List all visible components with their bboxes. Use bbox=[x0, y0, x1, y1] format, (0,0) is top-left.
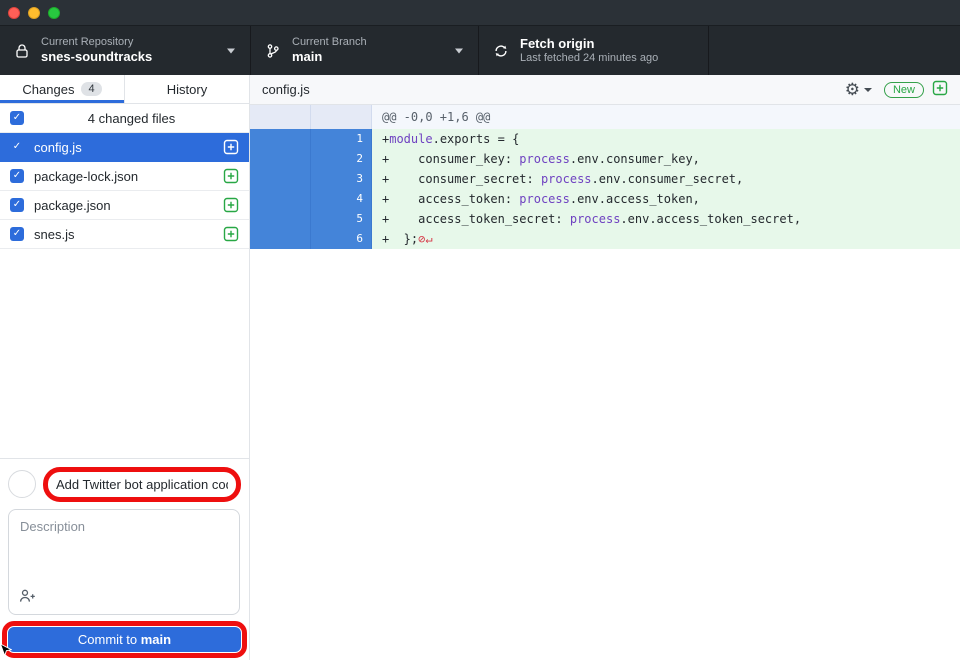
diff-line-code: + access_token: process.env.access_token… bbox=[372, 189, 960, 209]
file-row-package-lock.json[interactable]: ✓ package-lock.json bbox=[0, 162, 249, 191]
changes-count-badge: 4 bbox=[81, 82, 101, 96]
diff-line-4: 4+ access_token: process.env.access_toke… bbox=[250, 189, 960, 209]
zoom-button[interactable] bbox=[48, 7, 60, 19]
select-all-row: ✓ 4 changed files bbox=[0, 104, 249, 133]
main-panel: config.js ⚙ New @@ -0,0 +1,6 @@1+module.… bbox=[250, 75, 960, 660]
fetch-origin-subtitle: Last fetched 24 minutes ago bbox=[520, 52, 658, 66]
diff-gutter-old[interactable] bbox=[250, 149, 311, 169]
file-name: package.json bbox=[34, 198, 213, 213]
commit-button-label: Commit to bbox=[78, 632, 141, 647]
diff-line-6: 6+ };⊘↵ bbox=[250, 229, 960, 249]
tab-changes[interactable]: Changes 4 bbox=[0, 75, 124, 103]
add-coauthor-button[interactable] bbox=[19, 588, 37, 607]
added-file-plus-button[interactable] bbox=[932, 80, 948, 99]
hunk-gutter-old[interactable] bbox=[250, 105, 311, 129]
commit-panel: Commit to main bbox=[0, 458, 249, 660]
person-plus-icon bbox=[19, 588, 37, 607]
avatar bbox=[8, 470, 36, 498]
commit-description-input[interactable] bbox=[9, 510, 239, 588]
file-checkbox[interactable]: ✓ bbox=[10, 198, 24, 212]
diff-line-code: + consumer_secret: process.env.consumer_… bbox=[372, 169, 960, 189]
git-branch-icon bbox=[265, 43, 281, 59]
diff-gutter-new[interactable]: 2 bbox=[311, 149, 372, 169]
diff-gutter-new[interactable]: 1 bbox=[311, 129, 372, 149]
toolbar-spacer bbox=[709, 26, 960, 75]
file-checkbox[interactable]: ✓ bbox=[10, 140, 24, 154]
active-tab-underline bbox=[0, 100, 124, 103]
commit-summary-input[interactable] bbox=[48, 472, 236, 497]
current-repository-value: snes-soundtracks bbox=[41, 49, 152, 65]
diff-gutter-new[interactable]: 6 bbox=[311, 229, 372, 249]
commit-button-branch: main bbox=[141, 632, 171, 647]
sidebar: Changes 4 History ✓ 4 changed files ✓ con… bbox=[0, 75, 250, 660]
changed-files-summary: 4 changed files bbox=[24, 111, 239, 126]
diff-gutter-new[interactable]: 4 bbox=[311, 189, 372, 209]
diff-gutter-new[interactable]: 3 bbox=[311, 169, 372, 189]
minimize-button[interactable] bbox=[28, 7, 40, 19]
titlebar bbox=[0, 0, 960, 26]
diff-line-3: 3+ consumer_secret: process.env.consumer… bbox=[250, 169, 960, 189]
fetch-origin-button[interactable]: Fetch origin Last fetched 24 minutes ago bbox=[479, 26, 709, 75]
file-name: package-lock.json bbox=[34, 169, 213, 184]
file-checkbox[interactable]: ✓ bbox=[10, 227, 24, 241]
added-status-icon bbox=[223, 197, 239, 213]
sidebar-tabs: Changes 4 History bbox=[0, 75, 249, 104]
commit-button[interactable]: Commit to main bbox=[8, 627, 241, 652]
diff-file-title: config.js bbox=[262, 82, 837, 97]
added-status-icon bbox=[223, 168, 239, 184]
diff-line-code: + consumer_key: process.env.consumer_key… bbox=[372, 149, 960, 169]
diff-gutter-new[interactable]: 5 bbox=[311, 209, 372, 229]
window-controls bbox=[8, 7, 60, 19]
tab-history[interactable]: History bbox=[124, 75, 249, 103]
diff-gutter-old[interactable] bbox=[250, 129, 311, 149]
file-row-snes.js[interactable]: ✓ snes.js bbox=[0, 220, 249, 249]
diff-line-code: +module.exports = { bbox=[372, 129, 960, 149]
diff-gutter-old[interactable] bbox=[250, 209, 311, 229]
file-row-config.js[interactable]: ✓ config.js bbox=[0, 133, 249, 162]
diff-options-button[interactable]: ⚙ bbox=[845, 81, 872, 98]
current-branch-value: main bbox=[292, 49, 367, 65]
plus-square-icon bbox=[932, 80, 948, 99]
added-status-icon bbox=[223, 139, 239, 155]
file-checkbox[interactable]: ✓ bbox=[10, 169, 24, 183]
sync-icon bbox=[493, 43, 509, 59]
file-name: snes.js bbox=[34, 227, 213, 242]
select-all-checkbox[interactable]: ✓ bbox=[10, 111, 24, 125]
diff-line-code: + };⊘↵ bbox=[372, 229, 960, 249]
diff-gutter-old[interactable] bbox=[250, 169, 311, 189]
new-file-badge: New bbox=[884, 82, 924, 98]
hunk-header-text: @@ -0,0 +1,6 @@ bbox=[372, 105, 960, 129]
mouse-cursor bbox=[0, 643, 12, 663]
hunk-header-row: @@ -0,0 +1,6 @@ bbox=[250, 105, 960, 129]
current-repository-button[interactable]: Current Repository snes-soundtracks bbox=[0, 26, 251, 75]
diff-gutter-old[interactable] bbox=[250, 229, 311, 249]
chevron-down-icon bbox=[864, 88, 872, 92]
changed-file-list: ✓ config.js ✓ package-lock.json ✓ package.jso… bbox=[0, 133, 249, 249]
current-repository-label: Current Repository bbox=[41, 36, 152, 50]
hunk-gutter-new[interactable] bbox=[311, 105, 372, 129]
gear-icon: ⚙ bbox=[845, 81, 860, 98]
diff-gutter-old[interactable] bbox=[250, 189, 311, 209]
diff-line-code: + access_token_secret: process.env.acces… bbox=[372, 209, 960, 229]
tab-history-label: History bbox=[167, 82, 207, 97]
close-button[interactable] bbox=[8, 7, 20, 19]
diff-header: config.js ⚙ New bbox=[250, 75, 960, 105]
chevron-down-icon bbox=[227, 48, 235, 53]
toolbar: Current Repository snes-soundtracks Curr… bbox=[0, 26, 960, 75]
diff-line-1: 1+module.exports = { bbox=[250, 129, 960, 149]
commit-description-box bbox=[8, 509, 240, 615]
current-branch-label: Current Branch bbox=[292, 36, 367, 50]
file-row-package.json[interactable]: ✓ package.json bbox=[0, 191, 249, 220]
current-branch-button[interactable]: Current Branch main bbox=[251, 26, 479, 75]
diff-view: @@ -0,0 +1,6 @@1+module.exports = {2+ co… bbox=[250, 105, 960, 249]
diff-line-2: 2+ consumer_key: process.env.consumer_ke… bbox=[250, 149, 960, 169]
added-status-icon bbox=[223, 226, 239, 242]
fetch-origin-title: Fetch origin bbox=[520, 36, 658, 52]
lock-icon bbox=[14, 43, 30, 59]
diff-line-5: 5+ access_token_secret: process.env.acce… bbox=[250, 209, 960, 229]
chevron-down-icon bbox=[455, 48, 463, 53]
tab-changes-label: Changes bbox=[22, 82, 74, 97]
file-name: config.js bbox=[34, 140, 213, 155]
